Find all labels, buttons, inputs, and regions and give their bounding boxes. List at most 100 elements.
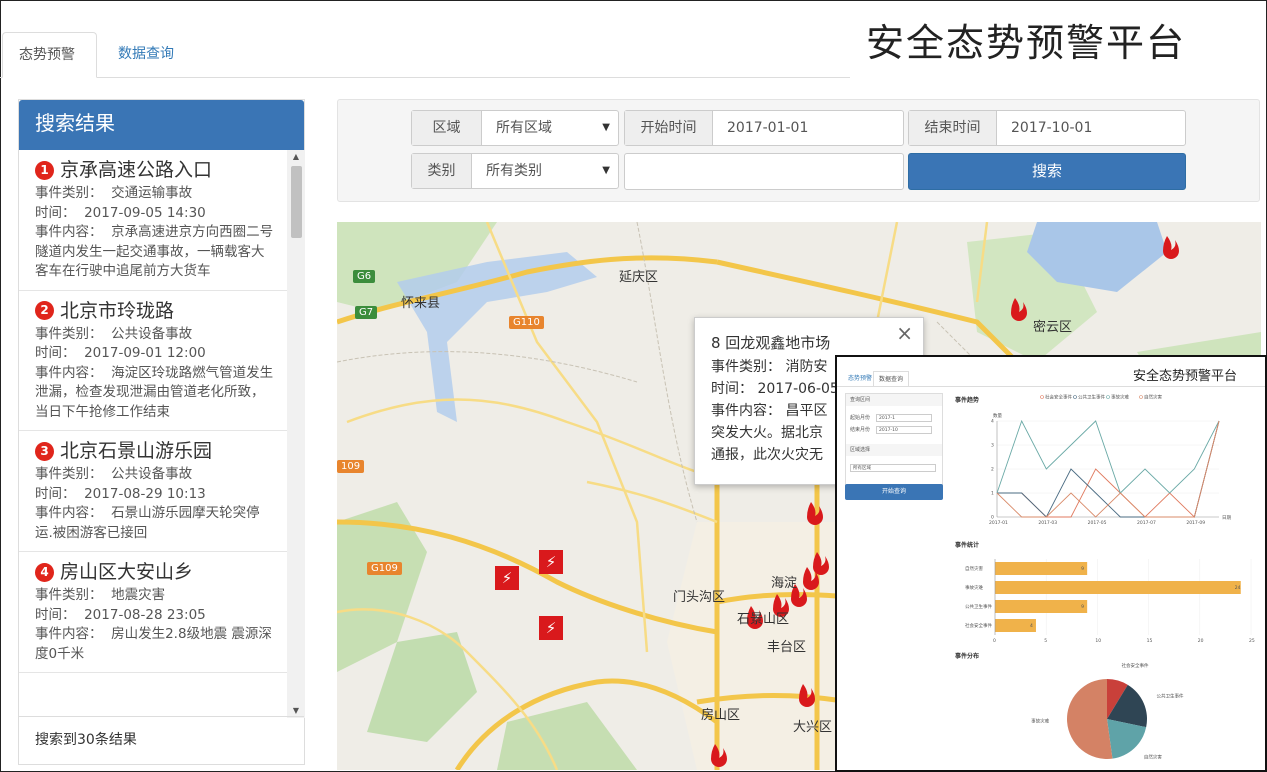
inset-charts: 0 1 2 3 4 2017-01 2017-03 2017-05 2017-07 2017-09…: [965, 394, 1255, 761]
y-tick-label: 3: [991, 443, 994, 449]
map-label: 大兴区: [793, 720, 833, 735]
time-label: 时间：: [35, 204, 76, 221]
x-axis-label: 日期: [1222, 515, 1231, 521]
category-filter-value[interactable]: 所有类别 ▼: [472, 154, 618, 188]
pie-label: 自然灾害: [1144, 753, 1162, 760]
list-item[interactable]: 4 房山区大安山乡 事件类别： 地震灾害 时间： 2017-08-28 23:05…: [19, 552, 287, 673]
category-label: 公共卫生事件: [965, 603, 992, 610]
popup-title: 8 回龙观鑫地市场: [711, 334, 831, 352]
result-title: 京承高速公路入口: [60, 159, 213, 181]
close-icon[interactable]: ×: [896, 322, 913, 344]
road-shield: 109: [337, 460, 365, 473]
start-date-field[interactable]: 开始时间 2017-01-01: [624, 110, 904, 146]
data-label: 4: [1030, 623, 1033, 629]
tab-data-query[interactable]: 数据查询: [102, 32, 190, 78]
pie-slice: [1067, 679, 1113, 759]
category-value: 公共设备事故: [111, 466, 193, 482]
list-item[interactable]: 1 京承高速公路入口 事件类别： 交通运输事故 时间： 2017-09-05 14…: [19, 150, 287, 291]
y-axis-label: 数量: [993, 412, 1002, 419]
time-label: 时间：: [35, 345, 76, 361]
category-label: 事件类别：: [35, 325, 103, 342]
pie-label: 公共卫生事件: [1157, 692, 1184, 699]
map-label: 海淀: [771, 576, 798, 591]
region-value[interactable]: 所有区域 ▼: [482, 111, 618, 145]
category-label: 事件类别：: [35, 466, 103, 482]
category-label: 社会安全事件: [965, 622, 992, 629]
map-label: 密云区: [1033, 320, 1073, 335]
content-label: 事件内容：: [35, 505, 103, 521]
region-label: 区域: [412, 111, 482, 145]
road-shield: G110: [509, 316, 544, 329]
y-tick-label: 4: [991, 419, 994, 425]
list-item[interactable]: 2 北京市玲珑路 事件类别： 公共设备事故 时间： 2017-09-01 12:0…: [19, 291, 287, 431]
result-number-badge: 2: [35, 301, 54, 320]
list-item[interactable]: 3 北京石景山游乐园 事件类别： 公共设备事故 时间： 2017-08-29 10…: [19, 431, 287, 552]
caret-down-icon: ▼: [602, 122, 610, 133]
result-title: 北京石景山游乐园: [60, 440, 213, 462]
time-value: 2017-08-29 10:13: [84, 485, 206, 502]
results-list[interactable]: 1 京承高速公路入口 事件类别： 交通运输事故 时间： 2017-09-05 14…: [19, 150, 287, 718]
lightning-icon[interactable]: ⚡: [539, 616, 563, 640]
map-label: 房山区: [701, 708, 741, 723]
result-number-badge: 1: [35, 160, 54, 180]
filter-panel: 区域 所有区域 ▼ 开始时间 2017-01-01 结束时间 2017-10-01…: [337, 99, 1260, 202]
y-tick-label: 1: [991, 491, 994, 497]
caret-down-icon: ▼: [602, 165, 610, 176]
result-number-badge: 4: [35, 562, 54, 582]
scroll-thumb[interactable]: [291, 166, 302, 238]
series-line: [996, 419, 1220, 494]
road-shield: G6: [353, 270, 376, 283]
sidebar-header: 搜索结果: [19, 100, 304, 150]
x-tick-label: 20: [1198, 638, 1204, 644]
category-select[interactable]: 类别 所有类别 ▼: [411, 153, 619, 189]
pie-label: 事故灾难: [1031, 718, 1049, 725]
fire-icon[interactable]: [1163, 236, 1179, 259]
end-date-value[interactable]: 2017-10-01: [997, 111, 1185, 145]
time-value: 2017-08-28 23:05: [84, 606, 206, 623]
legend-label: 自然灾害: [1144, 394, 1162, 401]
road-shield: G7: [355, 306, 378, 319]
keyword-input[interactable]: [624, 153, 904, 190]
x-tick-label: 2017-07: [1137, 520, 1156, 526]
start-date-value[interactable]: 2017-01-01: [713, 111, 903, 145]
map-label: 延庆区: [619, 270, 659, 285]
bar: [995, 600, 1088, 613]
main-tabs: 态势预警 数据查询: [0, 32, 850, 78]
lightning-icon[interactable]: ⚡: [495, 566, 519, 590]
category-value: 地震灾害: [111, 587, 166, 603]
start-date-label: 开始时间: [625, 111, 713, 145]
end-date-label: 结束时间: [909, 111, 997, 145]
x-tick-label: 15: [1147, 638, 1153, 644]
map-label: 怀来县: [401, 296, 441, 311]
road-shield: G109: [367, 562, 402, 575]
region-select[interactable]: 区域 所有区域 ▼: [411, 110, 619, 146]
result-title: 北京市玲珑路: [60, 299, 175, 322]
result-number-badge: 3: [35, 441, 54, 461]
x-tick-label: 0: [993, 638, 996, 644]
y-tick-label: 2: [991, 467, 994, 473]
data-label: 24: [1235, 585, 1241, 591]
inset-dashboard: 态势预警 数据查询 安全态势预警平台 查询区间 起始月份 2017-1 结束月份 2…: [835, 355, 1267, 772]
bar: [995, 562, 1088, 575]
data-label: 9: [1081, 604, 1084, 610]
category-label: 自然灾害: [965, 565, 983, 572]
category-label: 事故灾难: [965, 584, 983, 591]
x-tick-label: 2017-05: [1088, 520, 1107, 526]
category-label: 事件类别：: [35, 185, 103, 201]
category-value: 公共设备事故: [111, 325, 193, 342]
legend-marker: [1139, 395, 1143, 399]
scroll-up-arrow-icon[interactable]: ▲: [287, 150, 305, 164]
time-label: 时间：: [35, 606, 76, 623]
content-label: 事件内容：: [35, 364, 103, 381]
category-filter-label: 类别: [412, 154, 472, 188]
lightning-icon[interactable]: ⚡: [539, 550, 563, 574]
result-count: 搜索到30条结果: [19, 716, 304, 764]
end-date-field[interactable]: 结束时间 2017-10-01: [908, 110, 1186, 146]
tab-situation-warning[interactable]: 态势预警: [2, 32, 97, 78]
category-label: 事件类别：: [35, 587, 103, 603]
time-value: 2017-09-01 12:00: [84, 345, 206, 361]
data-label: 9: [1081, 566, 1084, 572]
search-button[interactable]: 搜索: [908, 153, 1186, 190]
results-scrollbar[interactable]: ▲ ▼: [287, 150, 305, 718]
pie-label: 社会安全事件: [1122, 662, 1149, 669]
